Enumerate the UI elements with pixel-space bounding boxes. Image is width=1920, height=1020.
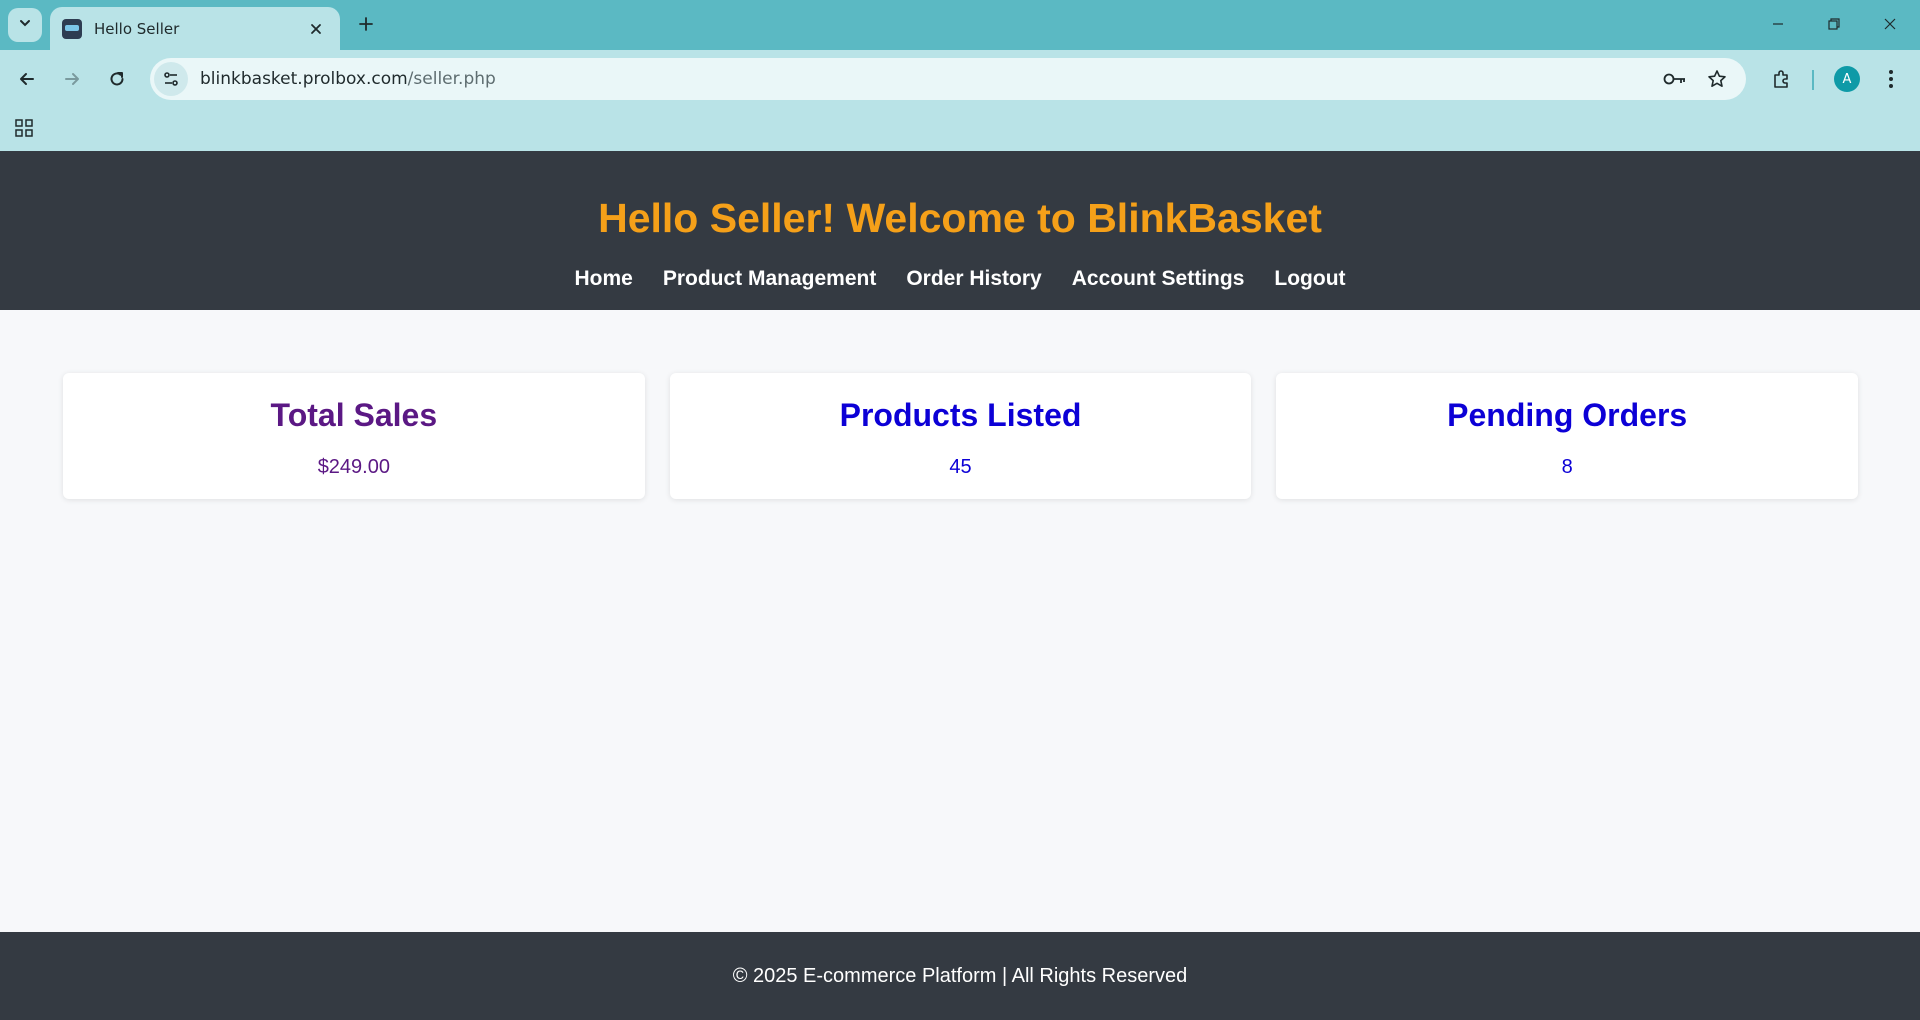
password-key-button[interactable] [1658,62,1692,96]
browser-tab-bar: Hello Seller [0,0,1920,50]
page-content: Hello Seller! Welcome to BlinkBasket Hom… [0,151,1920,1020]
reload-icon [110,72,124,86]
card-value: 8 [1561,456,1573,478]
key-icon [1663,73,1685,85]
back-button[interactable] [10,62,44,96]
nav-home-link[interactable]: Home [574,267,632,291]
footer-text: © 2025 E-commerce Platform | All Rights … [732,964,1188,987]
nav-account-settings-link[interactable]: Account Settings [1072,267,1245,291]
main-nav: Home Product Management Order History Ac… [0,267,1920,291]
products-listed-card: Products Listed 45 [669,373,1252,499]
reload-button[interactable] [100,62,134,96]
arrow-left-icon [20,73,34,85]
new-tab-button[interactable] [352,10,380,38]
extensions-button[interactable] [1764,62,1798,96]
site-header: Hello Seller! Welcome to BlinkBasket Hom… [0,151,1920,310]
nav-order-history-link[interactable]: Order History [906,267,1041,291]
forward-button[interactable] [55,62,89,96]
apps-grid-icon [15,119,33,137]
nav-product-management-link[interactable]: Product Management [663,267,877,291]
apps-button[interactable] [10,114,38,142]
bookmarks-bar [0,108,1920,151]
tab-title: Hello Seller [94,19,180,38]
avatar: A [1834,66,1860,92]
total-sales-card: Total Sales $249.00 [63,373,645,499]
star-icon [1708,70,1726,87]
url-path: /seller.php [407,69,496,89]
url-host: blinkbasket.prolbox.com [200,69,408,89]
card-value: 45 [949,456,972,478]
toolbar-divider [1812,70,1814,90]
site-footer: © 2025 E-commerce Platform | All Rights … [0,932,1920,1020]
arrow-right-icon [65,73,79,85]
more-vertical-icon [1889,70,1893,88]
address-bar[interactable]: blinkbasket.prolbox.com/seller.php [150,58,1746,100]
url-text: blinkbasket.prolbox.com/seller.php [200,69,496,89]
stats-cards: Total Sales $249.00 Products Listed 45 P… [63,373,1859,499]
restore-icon [1828,18,1840,30]
minimize-button[interactable] [1758,8,1798,40]
bookmark-star-button[interactable] [1700,62,1734,96]
browser-menu-button[interactable] [1874,62,1908,96]
close-icon [1884,18,1896,30]
plus-icon [359,17,373,31]
card-title: Products Listed [839,397,1082,433]
puzzle-icon [1774,70,1788,88]
site-info-button[interactable] [154,62,188,96]
restore-button[interactable] [1814,8,1854,40]
minimize-icon [1773,23,1783,25]
card-title: Total Sales [270,397,438,433]
profile-button[interactable]: A [1830,62,1864,96]
tab-search-button[interactable] [8,8,42,42]
close-icon [311,23,321,34]
site-favicon-icon [62,18,82,39]
card-title: Pending Orders [1447,397,1688,433]
close-tab-button[interactable] [304,17,328,41]
browser-tab[interactable]: Hello Seller [50,7,340,50]
tune-icon [164,72,178,86]
browser-toolbar: blinkbasket.prolbox.com/seller.php A [0,50,1920,108]
close-window-button[interactable] [1870,8,1910,40]
chevron-down-icon [18,16,32,35]
pending-orders-card: Pending Orders 8 [1276,373,1859,499]
page-title: Hello Seller! Welcome to BlinkBasket [598,195,1322,241]
nav-logout-link[interactable]: Logout [1274,267,1345,291]
card-value: $249.00 [317,456,390,478]
